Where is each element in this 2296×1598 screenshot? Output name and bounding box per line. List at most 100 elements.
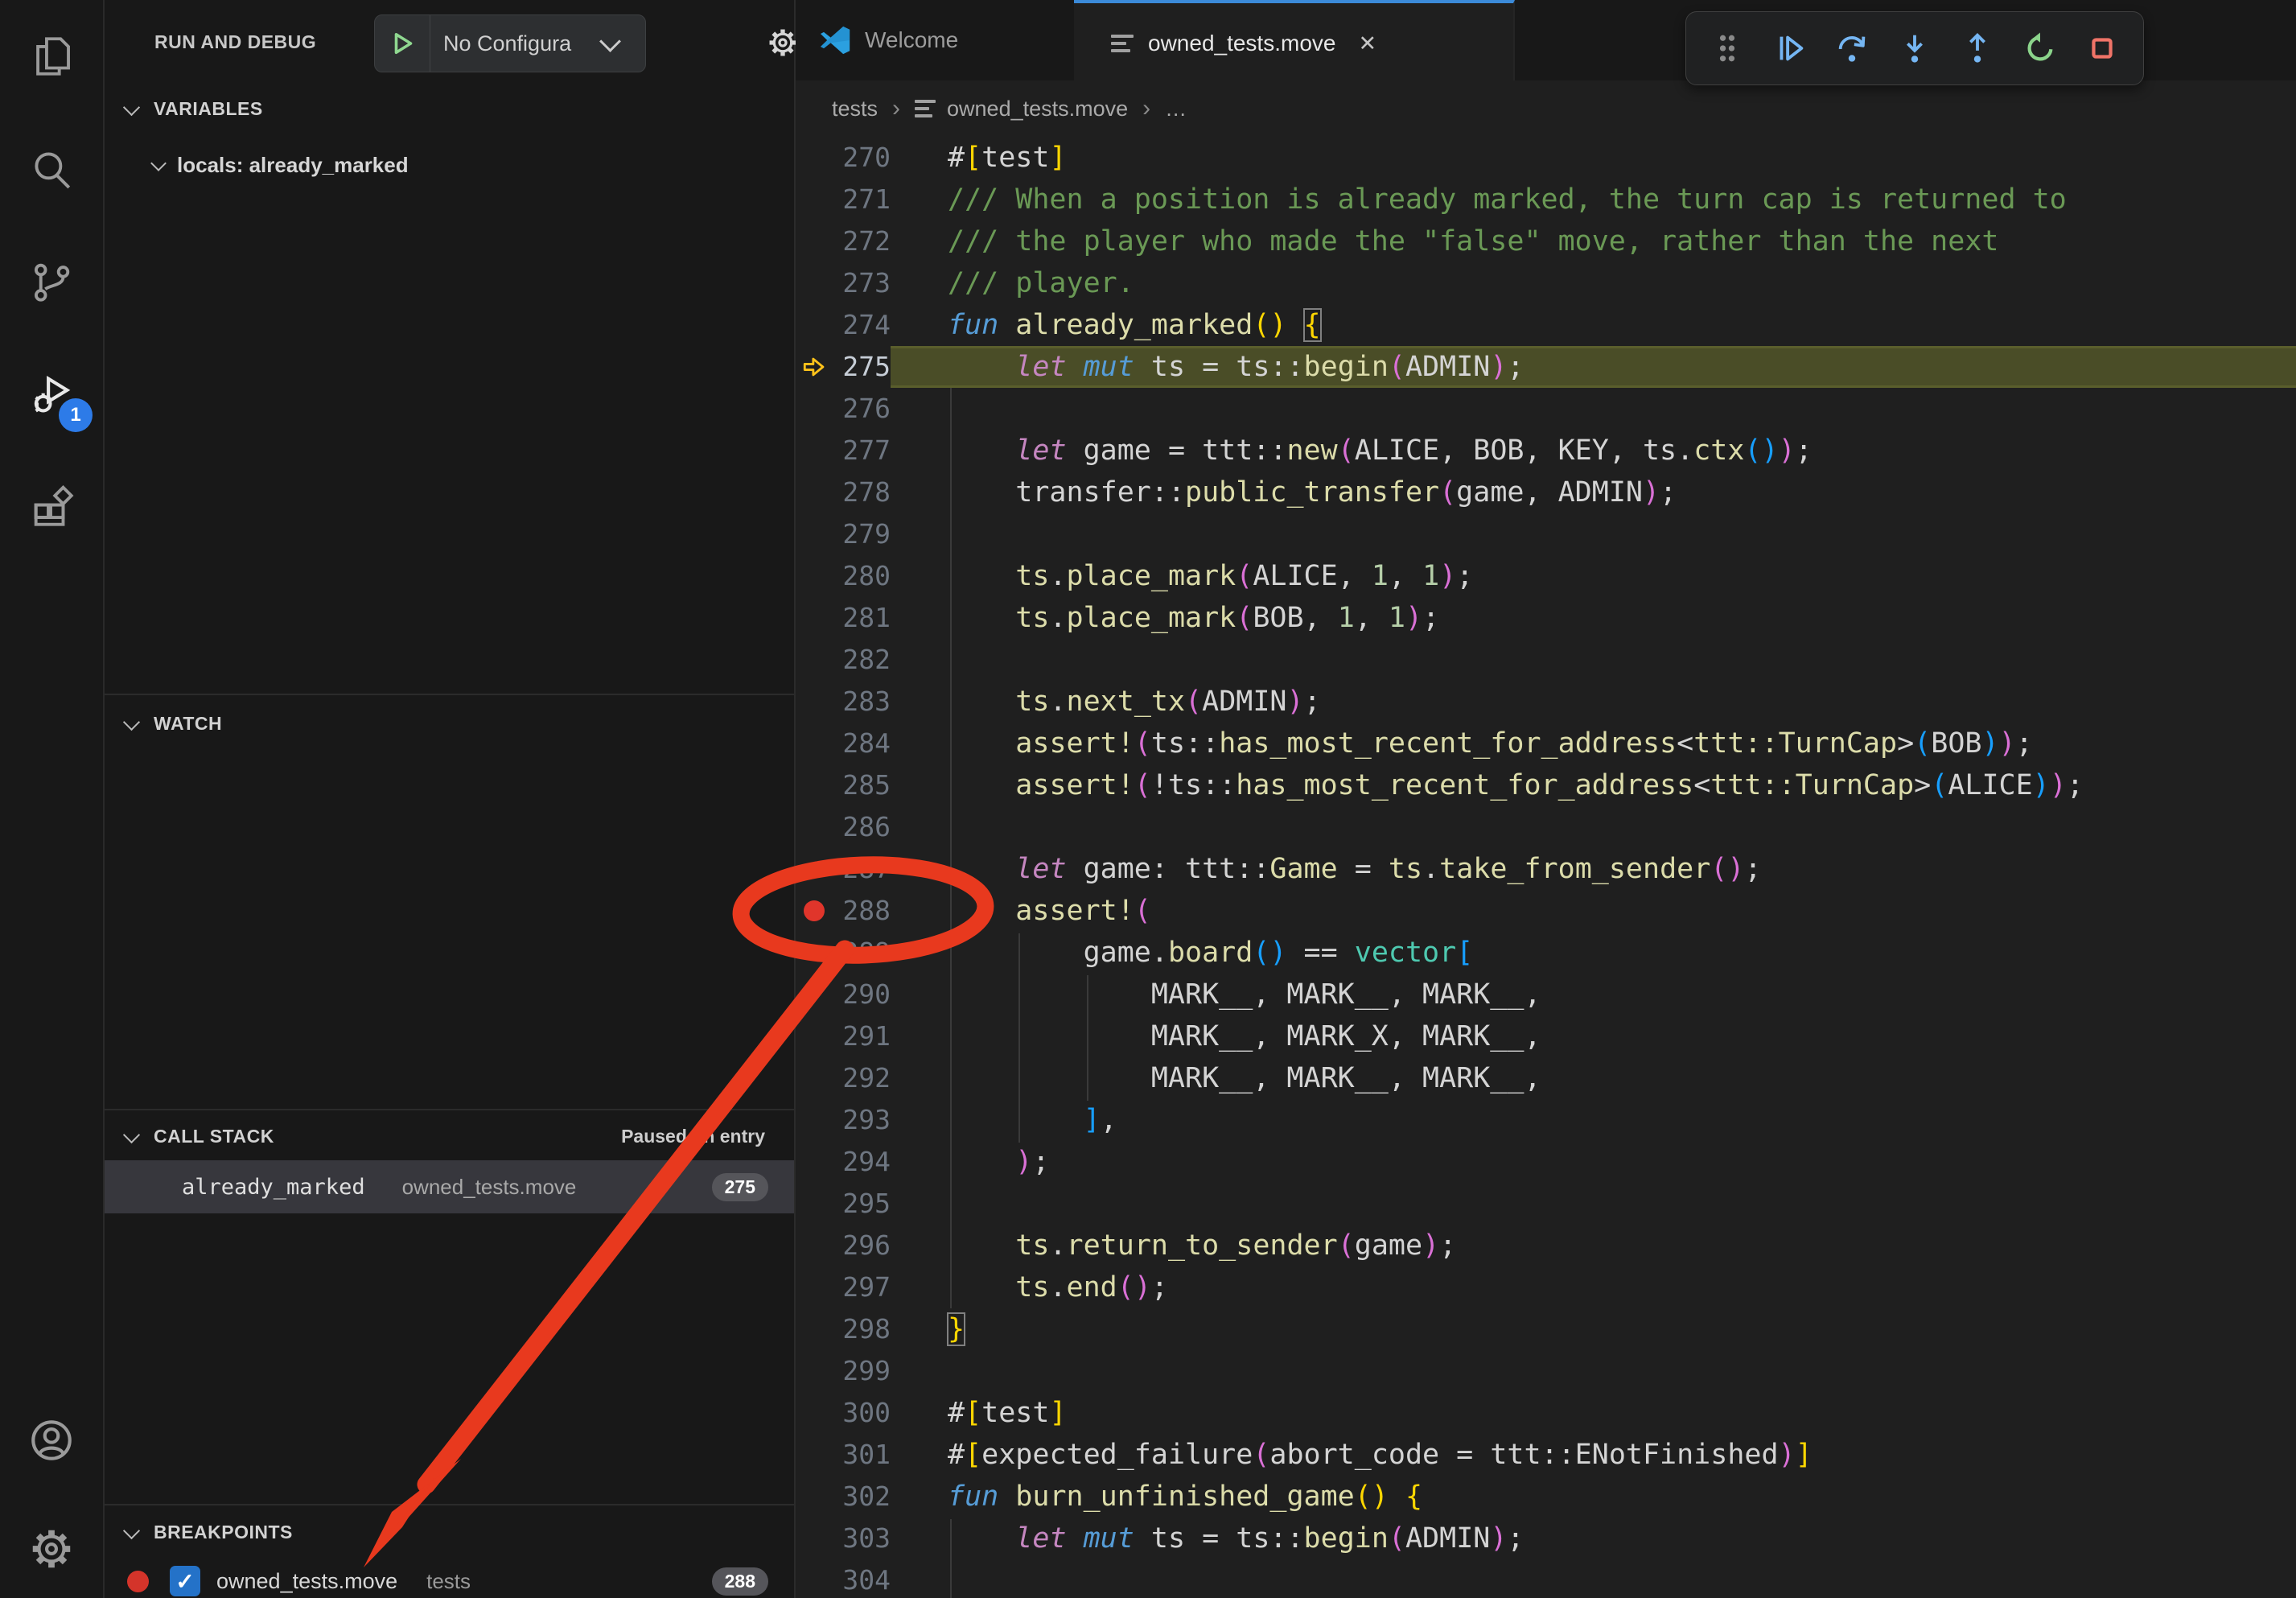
- code-line[interactable]: 274fun already_marked() {: [796, 304, 2296, 346]
- code-line[interactable]: 270#[test]: [796, 137, 2296, 179]
- close-icon[interactable]: ✕: [1358, 31, 1376, 56]
- breadcrumb-file[interactable]: owned_tests.move: [947, 97, 1128, 121]
- start-debug-icon[interactable]: [375, 15, 430, 72]
- gutter[interactable]: [796, 1099, 836, 1141]
- code-line[interactable]: 302fun burn_unfinished_game() {: [796, 1476, 2296, 1518]
- search-icon[interactable]: [15, 133, 88, 205]
- code-line[interactable]: 281 ts.place_mark(BOB, 1, 1);: [796, 597, 2296, 639]
- code-line[interactable]: 280 ts.place_mark(ALICE, 1, 1);: [796, 555, 2296, 597]
- call-stack-frame-row[interactable]: already_marked owned_tests.move 275: [105, 1160, 794, 1213]
- code-line[interactable]: 290 MARK__, MARK__, MARK__,: [796, 974, 2296, 1015]
- gutter[interactable]: [796, 1476, 836, 1518]
- gutter[interactable]: [796, 555, 836, 597]
- code-line[interactable]: 275 let mut ts = ts::begin(ADMIN);: [796, 346, 2296, 388]
- gutter[interactable]: [796, 932, 836, 974]
- explorer-icon[interactable]: [15, 20, 88, 93]
- watch-section-header[interactable]: WATCH: [105, 694, 794, 752]
- gutter[interactable]: [796, 764, 836, 806]
- code-line[interactable]: 286: [796, 806, 2296, 848]
- gutter[interactable]: [796, 1518, 836, 1559]
- code-line[interactable]: 277 let game = ttt::new(ALICE, BOB, KEY,…: [796, 430, 2296, 472]
- gutter[interactable]: [796, 1057, 836, 1099]
- code-line[interactable]: 279: [796, 513, 2296, 555]
- code-line[interactable]: 292 MARK__, MARK__, MARK__,: [796, 1057, 2296, 1099]
- gutter[interactable]: [796, 639, 836, 681]
- gutter[interactable]: [796, 1559, 836, 1598]
- code-line[interactable]: 303 let mut ts = ts::begin(ADMIN);: [796, 1518, 2296, 1559]
- code-line[interactable]: 273/// player.: [796, 262, 2296, 304]
- code-line[interactable]: 300#[test]: [796, 1392, 2296, 1434]
- gutter[interactable]: [796, 848, 836, 890]
- code-line[interactable]: 294 );: [796, 1141, 2296, 1183]
- gutter[interactable]: [796, 1225, 836, 1266]
- code-line[interactable]: 298}: [796, 1308, 2296, 1350]
- code-line[interactable]: 282: [796, 639, 2296, 681]
- breakpoint-glyph[interactable]: [796, 890, 836, 932]
- breadcrumb-folder[interactable]: tests: [832, 97, 878, 121]
- call-stack-section-header[interactable]: CALL STACK Paused on entry: [105, 1109, 794, 1162]
- gutter[interactable]: [796, 220, 836, 262]
- gutter[interactable]: [796, 681, 836, 723]
- gutter[interactable]: [796, 1141, 836, 1183]
- code-line[interactable]: 297 ts.end();: [796, 1266, 2296, 1308]
- gutter[interactable]: [796, 137, 836, 179]
- breadcrumb-symbol[interactable]: …: [1165, 97, 1187, 121]
- continue-icon[interactable]: [1768, 23, 1812, 73]
- code-line[interactable]: 276: [796, 388, 2296, 430]
- gutter[interactable]: [796, 430, 836, 472]
- code-line[interactable]: 284 assert!(ts::has_most_recent_for_addr…: [796, 723, 2296, 764]
- source-control-icon[interactable]: [15, 245, 88, 318]
- code-line[interactable]: 272/// the player who made the "false" m…: [796, 220, 2296, 262]
- variables-section-header[interactable]: VARIABLES: [105, 80, 794, 137]
- variables-locals-row[interactable]: locals: already_marked: [105, 137, 794, 193]
- code-line[interactable]: 288 assert!(: [796, 890, 2296, 932]
- run-and-debug-icon[interactable]: 1: [15, 358, 88, 430]
- code-line[interactable]: 293 ],: [796, 1099, 2296, 1141]
- gutter[interactable]: [796, 388, 836, 430]
- gutter[interactable]: [796, 262, 836, 304]
- code-line[interactable]: 287 let game: ttt::Game = ts.take_from_s…: [796, 848, 2296, 890]
- code-line[interactable]: 271/// When a position is already marked…: [796, 179, 2296, 220]
- breadcrumb[interactable]: tests › owned_tests.move › …: [796, 80, 2296, 137]
- code-line[interactable]: 285 assert!(!ts::has_most_recent_for_add…: [796, 764, 2296, 806]
- tab-owned-tests[interactable]: owned_tests.move ✕: [1074, 0, 1515, 84]
- gutter[interactable]: [796, 1015, 836, 1057]
- gutter[interactable]: [796, 806, 836, 848]
- gutter[interactable]: [796, 179, 836, 220]
- code-line[interactable]: 283 ts.next_tx(ADMIN);: [796, 681, 2296, 723]
- launch-configuration-bar[interactable]: No Configura: [374, 14, 646, 72]
- code-line[interactable]: 301#[expected_failure(abort_code = ttt::…: [796, 1434, 2296, 1476]
- current-line-arrow-icon[interactable]: [796, 346, 836, 388]
- code-line[interactable]: 295: [796, 1183, 2296, 1225]
- code-line[interactable]: 291 MARK__, MARK_X, MARK__,: [796, 1015, 2296, 1057]
- gutter[interactable]: [796, 597, 836, 639]
- gutter[interactable]: [796, 1350, 836, 1392]
- breakpoints-section-header[interactable]: BREAKPOINTS: [105, 1504, 794, 1559]
- gutter[interactable]: [796, 304, 836, 346]
- toolbar-drag-handle[interactable]: [1706, 23, 1749, 73]
- code-editor[interactable]: 270#[test]271/// When a position is alre…: [796, 137, 2296, 1598]
- code-line[interactable]: 289 game.board() == vector[: [796, 932, 2296, 974]
- settings-gear-icon[interactable]: [15, 1513, 88, 1585]
- gutter[interactable]: [796, 1392, 836, 1434]
- gutter[interactable]: [796, 513, 836, 555]
- extensions-icon[interactable]: [15, 471, 88, 543]
- step-into-icon[interactable]: [1893, 23, 1936, 73]
- step-out-icon[interactable]: [1956, 23, 1999, 73]
- code-line[interactable]: 278 transfer::public_transfer(game, ADMI…: [796, 472, 2296, 513]
- code-line[interactable]: 299: [796, 1350, 2296, 1392]
- gutter[interactable]: [796, 1308, 836, 1350]
- gutter[interactable]: [796, 1183, 836, 1225]
- stop-icon[interactable]: [2080, 23, 2124, 73]
- gutter[interactable]: [796, 974, 836, 1015]
- gutter[interactable]: [796, 1266, 836, 1308]
- config-dropdown-label[interactable]: No Configura: [430, 31, 601, 56]
- step-over-icon[interactable]: [1830, 23, 1874, 73]
- code-line[interactable]: 304: [796, 1559, 2296, 1598]
- gutter[interactable]: [796, 472, 836, 513]
- gutter[interactable]: [796, 723, 836, 764]
- restart-icon[interactable]: [2018, 23, 2061, 73]
- account-icon[interactable]: [15, 1404, 88, 1477]
- breakpoint-row[interactable]: ✓ owned_tests.move tests 288: [105, 1557, 794, 1598]
- breakpoint-checkbox[interactable]: ✓: [170, 1566, 200, 1596]
